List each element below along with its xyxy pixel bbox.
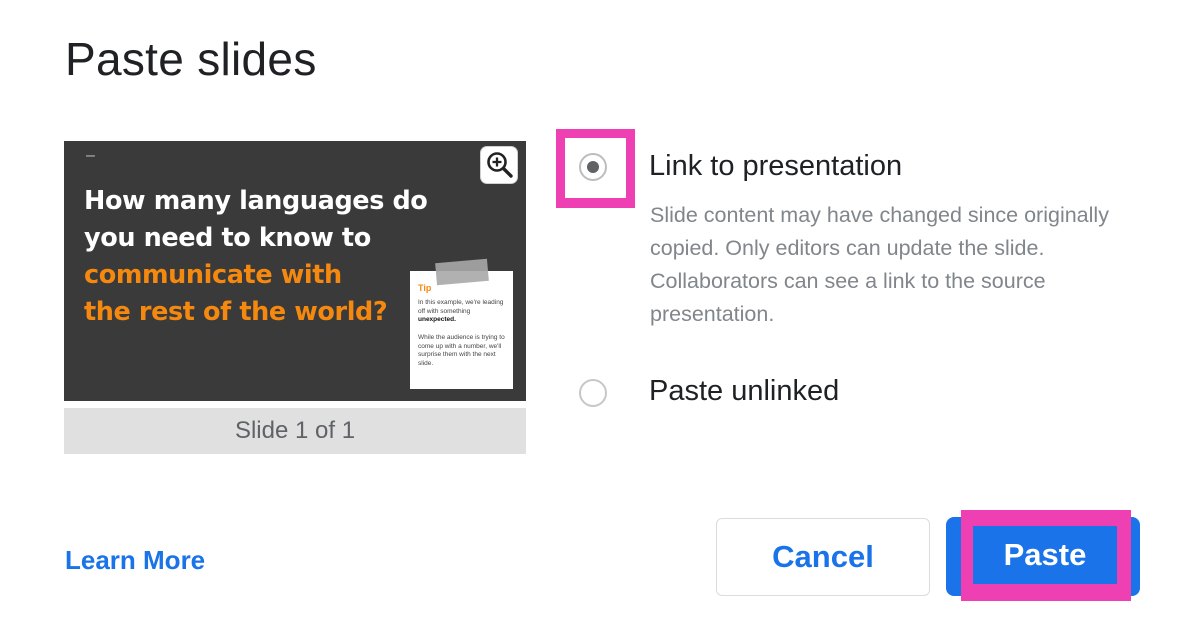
headline-accent-line: communicate with (84, 260, 342, 290)
note-bold-text: unexpected. (418, 316, 456, 323)
slide-headline: How many languages do you need to know t… (84, 183, 464, 331)
link-to-presentation-description: Slide content may have changed since ori… (650, 203, 1109, 326)
paste-button-label[interactable]: Paste (973, 526, 1117, 584)
link-to-presentation-radio[interactable] (579, 153, 607, 181)
headline-accent-line: the rest of the world? (84, 297, 388, 327)
zoom-in-icon (487, 152, 513, 178)
note-paragraph: While the audience is trying to come up … (418, 334, 505, 367)
note-tip-label: Tip (418, 283, 432, 293)
tape-graphic (435, 258, 489, 286)
paste-unlinked-label[interactable]: Paste unlinked (649, 375, 839, 408)
page-title: Paste slides (65, 33, 317, 85)
link-to-presentation-label[interactable]: Link to presentation (649, 150, 902, 183)
headline-line: you need to know to (84, 223, 371, 253)
slide-caption: Slide 1 of 1 (64, 408, 526, 454)
learn-more-link[interactable]: Learn More (65, 545, 205, 576)
slide-dash: – (86, 147, 95, 164)
tip-note: Tip In this example, we're leading off w… (410, 258, 513, 389)
paste-unlinked-radio[interactable] (579, 379, 607, 407)
radio-selected-dot (587, 161, 599, 173)
note-paragraph: In this example, we're leading off with … (418, 299, 508, 325)
note-text: In this example, we're leading off with … (418, 299, 504, 315)
cancel-button[interactable]: Cancel (716, 518, 930, 596)
zoom-button[interactable] (481, 147, 517, 183)
headline-line: How many languages do (84, 186, 428, 216)
slide-preview: – How many languages do you need to know… (64, 141, 526, 401)
paste-button-highlight[interactable]: Paste (961, 510, 1131, 601)
